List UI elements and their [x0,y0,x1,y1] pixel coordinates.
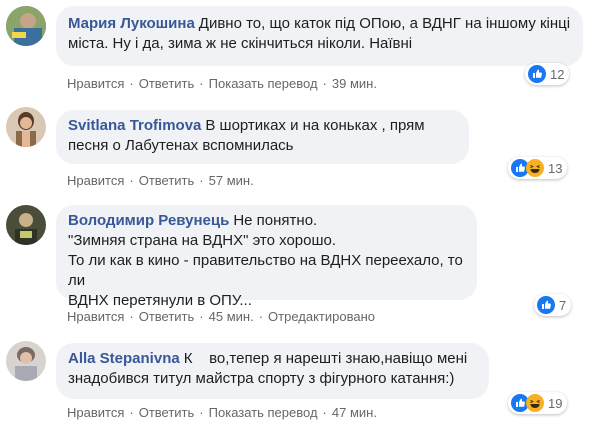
comment-text-line: К во,тепер я нарешті знаю,навіщо мені [183,350,468,367]
comment-text-line: Не понятно. [233,212,318,229]
laugh-icon [526,159,544,177]
reactions-summary[interactable]: 12 [525,63,570,85]
like-link[interactable]: Нравится [67,173,124,188]
comment-author[interactable]: Мария Лукошина [68,15,195,32]
comment-actions: Нравится · Ответить · Показать перевод · 39 ми… [67,76,377,91]
comment-author[interactable]: Володимир Ревунець [68,212,229,229]
like-link[interactable]: Нравится [67,405,124,420]
reactions-summary[interactable]: 19 [508,392,568,414]
comment-bubble: Alla Stepanivna К во,тепер я нарешті знаю… [56,343,489,399]
timestamp[interactable]: 39 мин. [332,76,377,91]
reply-link[interactable]: Ответить [139,76,195,91]
reactions-count: 12 [550,66,565,82]
avatar[interactable] [6,107,46,147]
reply-link[interactable]: Ответить [139,173,195,188]
comment-bubble: Svitlana Trofimova В шортиках и на конька… [56,110,469,164]
comment-text-line: "Зимняя страна на ВДНХ" это хорошо. [68,232,337,249]
reply-link[interactable]: Ответить [139,405,195,420]
timestamp[interactable]: 47 мин. [332,405,377,420]
comment-author[interactable]: Alla Stepanivna [68,350,180,367]
like-link[interactable]: Нравится [67,309,124,324]
comment-text-line: ВДНХ перетянули в ОПУ... [68,292,252,309]
translate-link[interactable]: Показать перевод [209,76,318,91]
avatar[interactable] [6,205,46,245]
comment-actions: Нравится · Ответить · 57 мин. [67,173,254,188]
comment-actions: Нравится · Ответить · 45 мин. · Отредактирован… [67,309,376,324]
comment-bubble: Володимир Ревунець Не понятно. "Зимняя ст… [56,205,477,309]
reactions-count: 19 [548,395,563,411]
comment-text-line: То ли как в кино - правительство на ВДНХ… [68,252,463,289]
edited-label[interactable]: Отредактировано [268,309,375,324]
reactions-count: 13 [548,160,563,176]
comment-text-line: знадобився титул майстра спорту з фігурн… [68,370,455,387]
timestamp[interactable]: 57 мин. [209,173,254,188]
translate-link[interactable]: Показать перевод [209,405,318,420]
avatar[interactable] [6,6,46,46]
reactions-summary[interactable]: 13 [508,157,568,179]
like-link[interactable]: Нравится [67,76,124,91]
reply-link[interactable]: Ответить [139,309,195,324]
reactions-summary[interactable]: 7 [534,294,572,316]
timestamp[interactable]: 45 мин. [209,309,254,324]
avatar[interactable] [6,341,46,381]
reactions-count: 7 [559,297,567,313]
comment-bubble: Мария Лукошина Дивно то, що каток під ОПо… [56,6,583,66]
comment-actions: Нравится · Ответить · Показать перевод · 47 ми… [67,405,377,420]
comment-author[interactable]: Svitlana Trofimova [68,117,201,134]
like-icon [537,296,555,314]
like-icon [528,65,546,83]
laugh-icon [526,394,544,412]
